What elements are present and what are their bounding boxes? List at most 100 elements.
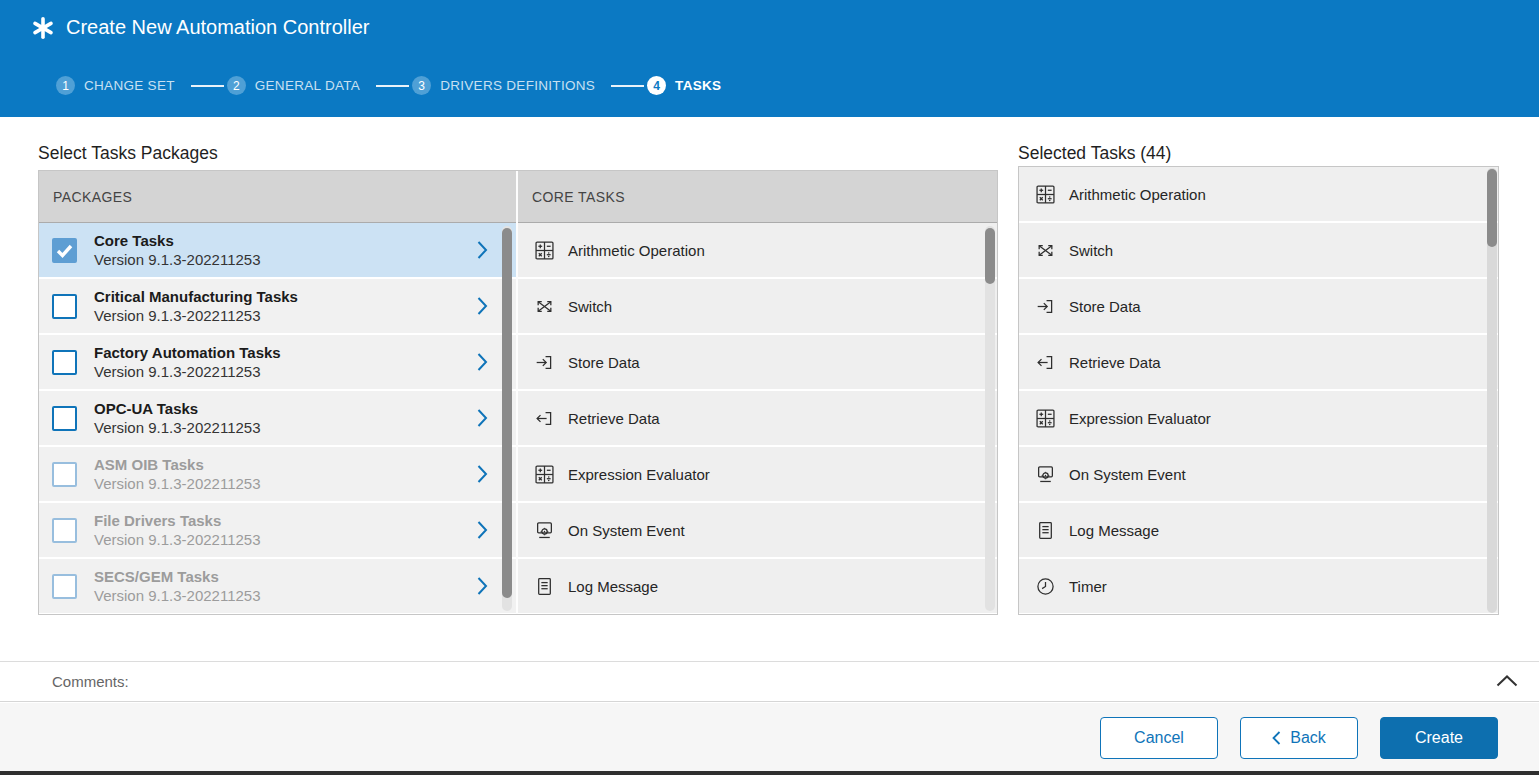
package-name: Core Tasks xyxy=(94,231,261,250)
shuffle-icon xyxy=(535,297,554,316)
selected-tasks-scrollbar[interactable] xyxy=(1487,168,1497,613)
calculator-icon xyxy=(1036,409,1055,428)
task-row[interactable]: Log Message xyxy=(1019,503,1498,557)
back-button[interactable]: Back xyxy=(1240,717,1358,759)
comments-bar[interactable]: Comments: xyxy=(0,661,1539,702)
package-text: OPC-UA TasksVersion 9.1.3-202211253 xyxy=(94,399,261,437)
cancel-button[interactable]: Cancel xyxy=(1100,717,1218,759)
step-tasks[interactable]: 4 TASKS xyxy=(647,76,721,95)
package-name: File Drivers Tasks xyxy=(94,511,261,530)
task-label: Timer xyxy=(1069,578,1107,595)
create-button[interactable]: Create xyxy=(1380,717,1498,759)
back-button-label: Back xyxy=(1290,729,1326,747)
chevron-right-icon[interactable] xyxy=(477,521,488,540)
package-checkbox[interactable] xyxy=(52,294,77,319)
task-row[interactable]: Store Data xyxy=(518,335,997,389)
task-label: Log Message xyxy=(568,578,658,595)
step-connector xyxy=(376,85,409,87)
step-label: TASKS xyxy=(675,78,721,93)
step-label: GENERAL DATA xyxy=(255,78,360,93)
core-tasks-scrollbar[interactable] xyxy=(985,226,995,611)
task-label: Store Data xyxy=(1069,298,1141,315)
task-row[interactable]: On System Event xyxy=(518,503,997,557)
chevron-right-icon[interactable] xyxy=(477,577,488,596)
step-drivers-definitions[interactable]: 3 DRIVERS DEFINITIONS xyxy=(412,76,595,95)
cancel-button-label: Cancel xyxy=(1134,729,1184,747)
task-label: Switch xyxy=(1069,242,1113,259)
selected-tasks-title: Selected Tasks (44) xyxy=(1018,143,1171,164)
task-label: Expression Evaluator xyxy=(1069,410,1211,427)
task-label: On System Event xyxy=(1069,466,1186,483)
chevron-right-icon[interactable] xyxy=(477,465,488,484)
task-label: Store Data xyxy=(568,354,640,371)
step-connector xyxy=(191,85,224,87)
task-label: Retrieve Data xyxy=(568,410,660,427)
step-general-data[interactable]: 2 GENERAL DATA xyxy=(227,76,360,95)
chevron-right-icon[interactable] xyxy=(477,409,488,428)
wizard-header: Create New Automation Controller 1 CHANG… xyxy=(0,0,1539,117)
scrollbar-thumb[interactable] xyxy=(502,228,512,598)
task-row[interactable]: Log Message xyxy=(518,559,997,613)
task-row[interactable]: On System Event xyxy=(1019,447,1498,501)
task-row[interactable]: Store Data xyxy=(1019,279,1498,333)
package-version: Version 9.1.3-202211253 xyxy=(94,586,261,605)
package-text: ASM OIB TasksVersion 9.1.3-202211253 xyxy=(94,455,261,493)
package-checkbox[interactable] xyxy=(52,462,77,487)
check-icon xyxy=(54,240,75,261)
log-message-icon xyxy=(1036,521,1055,540)
package-row[interactable]: Core TasksVersion 9.1.3-202211253 xyxy=(39,223,516,277)
task-row[interactable]: Expression Evaluator xyxy=(1019,391,1498,445)
package-version: Version 9.1.3-202211253 xyxy=(94,474,261,493)
task-row[interactable]: Timer xyxy=(1019,559,1498,613)
log-message-icon xyxy=(535,577,554,596)
task-row[interactable]: Switch xyxy=(1019,223,1498,277)
select-tasks-packages-title: Select Tasks Packages xyxy=(38,143,218,164)
calculator-icon xyxy=(535,241,554,260)
step-number: 3 xyxy=(412,76,431,95)
chevron-up-icon[interactable] xyxy=(1496,675,1518,687)
task-row[interactable]: Expression Evaluator xyxy=(518,447,997,501)
package-version: Version 9.1.3-202211253 xyxy=(94,418,261,437)
comments-label: Comments: xyxy=(52,673,129,690)
packages-scrollbar[interactable] xyxy=(502,226,512,611)
task-row[interactable]: Retrieve Data xyxy=(518,391,997,445)
task-label: Switch xyxy=(568,298,612,315)
task-label: Arithmetic Operation xyxy=(1069,186,1206,203)
package-checkbox[interactable] xyxy=(52,350,77,375)
calculator-icon xyxy=(1036,185,1055,204)
footer-bar: Cancel Back Create xyxy=(0,703,1539,775)
task-row[interactable]: Arithmetic Operation xyxy=(518,223,997,277)
package-row[interactable]: Factory Automation TasksVersion 9.1.3-20… xyxy=(39,335,516,389)
timer-icon xyxy=(1036,577,1055,596)
task-label: Retrieve Data xyxy=(1069,354,1161,371)
package-version: Version 9.1.3-202211253 xyxy=(94,250,261,269)
package-row[interactable]: File Drivers TasksVersion 9.1.3-20221125… xyxy=(39,503,516,557)
task-row[interactable]: Arithmetic Operation xyxy=(1019,167,1498,221)
task-row[interactable]: Switch xyxy=(518,279,997,333)
scrollbar-thumb[interactable] xyxy=(1487,169,1497,247)
step-connector xyxy=(611,85,644,87)
core-tasks-column: CORE TASKS Arithmetic OperationSwitchSto… xyxy=(516,171,997,614)
task-row[interactable]: Retrieve Data xyxy=(1019,335,1498,389)
chevron-right-icon[interactable] xyxy=(477,297,488,316)
package-checkbox[interactable] xyxy=(52,518,77,543)
retrieve-data-icon xyxy=(535,409,554,428)
packages-column: PACKAGES Core TasksVersion 9.1.3-2022112… xyxy=(39,171,516,614)
store-data-icon xyxy=(1036,297,1055,316)
package-checkbox[interactable] xyxy=(52,574,77,599)
package-version: Version 9.1.3-202211253 xyxy=(94,306,298,325)
step-label: CHANGE SET xyxy=(84,78,175,93)
package-checkbox[interactable] xyxy=(52,406,77,431)
package-checkbox[interactable] xyxy=(52,238,77,263)
chevron-right-icon[interactable] xyxy=(477,353,488,372)
package-row[interactable]: SECS/GEM TasksVersion 9.1.3-202211253 xyxy=(39,559,516,613)
title-row: Create New Automation Controller xyxy=(32,16,369,39)
package-row[interactable]: ASM OIB TasksVersion 9.1.3-202211253 xyxy=(39,447,516,501)
step-change-set[interactable]: 1 CHANGE SET xyxy=(56,76,175,95)
package-row[interactable]: OPC-UA TasksVersion 9.1.3-202211253 xyxy=(39,391,516,445)
scrollbar-thumb[interactable] xyxy=(985,228,995,284)
package-name: Factory Automation Tasks xyxy=(94,343,281,362)
package-text: File Drivers TasksVersion 9.1.3-20221125… xyxy=(94,511,261,549)
package-row[interactable]: Critical Manufacturing TasksVersion 9.1.… xyxy=(39,279,516,333)
chevron-right-icon[interactable] xyxy=(477,241,488,260)
